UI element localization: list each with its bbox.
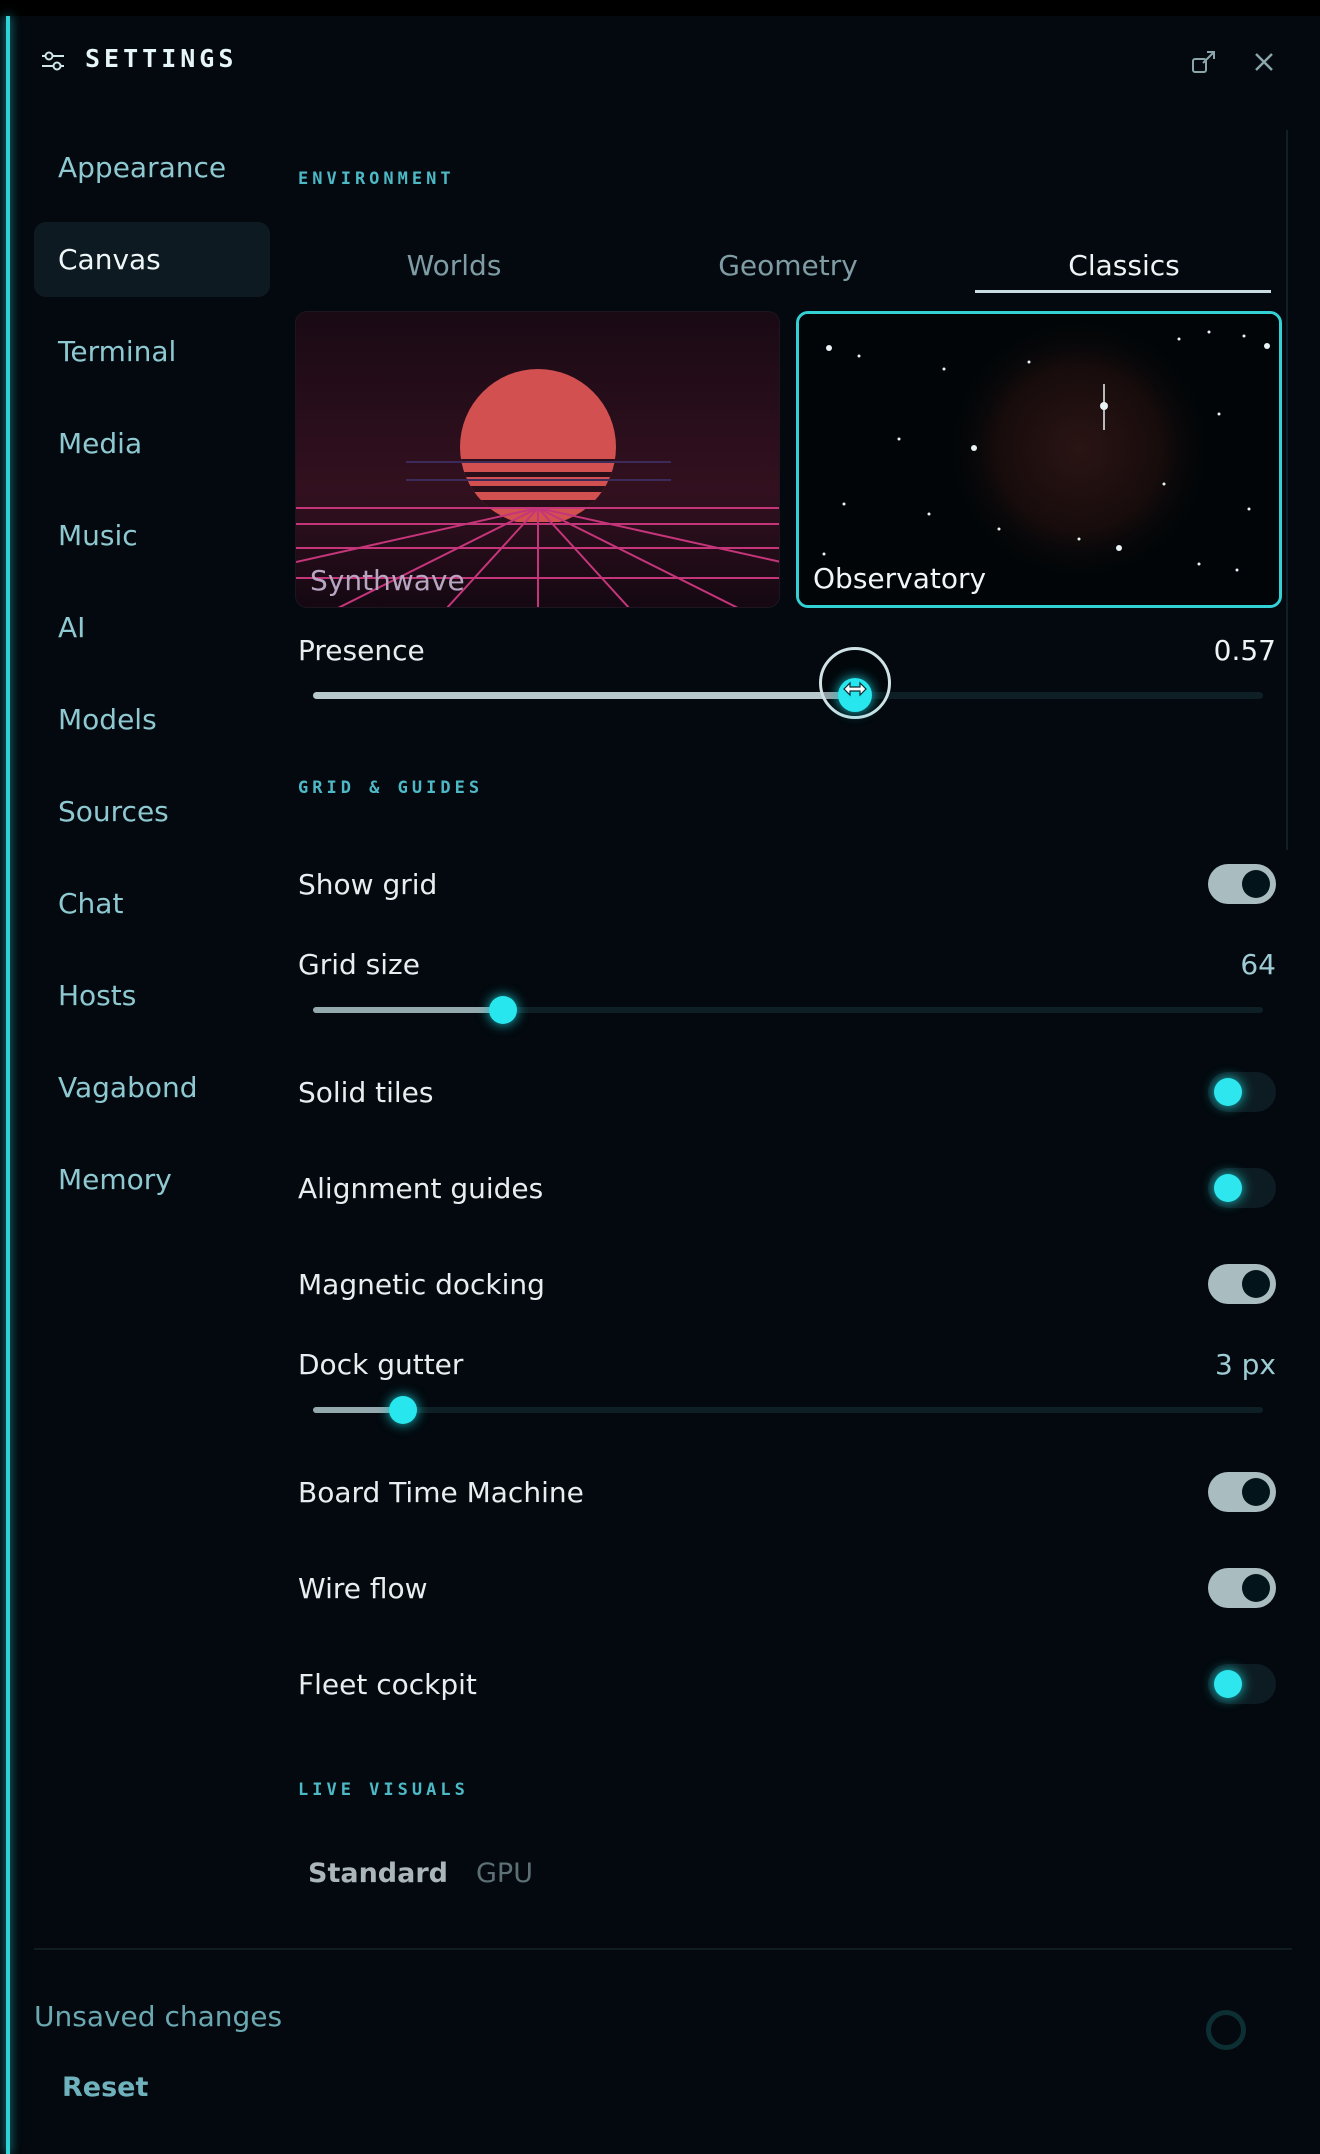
sidebar-item-terminal[interactable]: Terminal <box>34 314 270 389</box>
tab-geometry[interactable]: Geometry <box>630 236 946 294</box>
alignment-guides-label: Alignment guides <box>298 1172 544 1205</box>
solid-tiles-label: Solid tiles <box>298 1076 434 1109</box>
sidebar-item-music[interactable]: Music <box>34 498 270 573</box>
toggle-knob <box>1214 1078 1242 1106</box>
sidebar-item-memory[interactable]: Memory <box>34 1142 270 1217</box>
fleet-cockpit-toggle[interactable] <box>1208 1664 1276 1704</box>
content-scrollbar[interactable] <box>1286 130 1288 850</box>
solid-tiles-toggle[interactable] <box>1208 1072 1276 1112</box>
toggle-knob <box>1242 870 1270 898</box>
sidebar-item-chat[interactable]: Chat <box>34 866 270 941</box>
magnetic-docking-label: Magnetic docking <box>298 1268 545 1301</box>
toggle-knob <box>1242 1574 1270 1602</box>
sidebar-item-vagabond[interactable]: Vagabond <box>34 1050 270 1125</box>
window-top-strip <box>0 0 1320 16</box>
alignment-guides-toggle[interactable] <box>1208 1168 1276 1208</box>
sidebar-item-models[interactable]: Models <box>34 682 270 757</box>
panel-edge-glow <box>6 16 10 2154</box>
section-environment: ENVIRONMENT <box>298 169 455 189</box>
reset-button[interactable]: Reset <box>62 2072 148 2103</box>
tab-classics[interactable]: Classics <box>976 236 1272 294</box>
visuals-option-standard[interactable]: Standard <box>308 1858 448 1889</box>
dock-gutter-slider-track[interactable] <box>313 1407 1263 1413</box>
wire-flow-label: Wire flow <box>298 1572 428 1605</box>
loading-spinner-icon <box>1206 2010 1246 2050</box>
section-grid-guides: GRID & GUIDES <box>298 778 484 798</box>
presence-value: 0.57 <box>1213 634 1276 667</box>
tab-worlds[interactable]: Worlds <box>296 236 612 294</box>
settings-title: SETTINGS <box>85 44 238 73</box>
board-time-machine-label: Board Time Machine <box>298 1476 584 1509</box>
magnetic-docking-toggle[interactable] <box>1208 1264 1276 1304</box>
sliders-icon <box>42 51 64 71</box>
grid-size-slider-fill <box>313 1007 503 1013</box>
toggle-knob <box>1214 1670 1242 1698</box>
dock-gutter-value: 3 px <box>1214 1348 1276 1381</box>
dock-gutter-label: Dock gutter <box>298 1348 464 1381</box>
presence-label: Presence <box>298 634 425 667</box>
sidebar-item-ai[interactable]: AI <box>34 590 270 665</box>
section-live-visuals: LIVE VISUALS <box>298 1780 469 1800</box>
world-card-synthwave[interactable]: Synthwave <box>295 311 780 608</box>
show-grid-toggle[interactable] <box>1208 864 1276 904</box>
visuals-option-gpu[interactable]: GPU <box>476 1858 533 1889</box>
close-button[interactable] <box>1248 46 1280 78</box>
board-time-machine-toggle[interactable] <box>1208 1472 1276 1512</box>
card-label-observatory: Observatory <box>813 562 987 595</box>
sidebar-item-appearance[interactable]: Appearance <box>34 130 270 205</box>
world-card-observatory[interactable]: Observatory <box>796 311 1282 608</box>
grid-size-label: Grid size <box>298 948 420 981</box>
fleet-cockpit-label: Fleet cockpit <box>298 1668 477 1701</box>
expand-button[interactable] <box>1188 46 1220 78</box>
expand-icon <box>1192 51 1215 73</box>
sidebar-item-hosts[interactable]: Hosts <box>34 958 270 1033</box>
wire-flow-toggle[interactable] <box>1208 1568 1276 1608</box>
grid-size-slider-thumb[interactable] <box>489 996 517 1024</box>
toggle-knob <box>1242 1270 1270 1298</box>
close-icon <box>1255 53 1273 71</box>
grid-size-value: 64 <box>1240 948 1276 981</box>
unsaved-changes-status: Unsaved changes <box>34 2000 283 2033</box>
sidebar-item-canvas[interactable]: Canvas <box>34 222 270 297</box>
toggle-knob <box>1242 1478 1270 1506</box>
sidebar-item-media[interactable]: Media <box>34 406 270 481</box>
card-label-synthwave: Synthwave <box>310 564 465 597</box>
toggle-knob <box>1214 1174 1242 1202</box>
environment-tabs: Worlds Geometry Classics <box>296 236 1271 296</box>
sidebar-item-sources[interactable]: Sources <box>34 774 270 849</box>
resize-cursor-icon <box>842 681 867 697</box>
footer-divider <box>34 1948 1292 1950</box>
active-tab-indicator <box>975 290 1271 293</box>
presence-slider-fill <box>313 692 855 699</box>
show-grid-label: Show grid <box>298 868 438 901</box>
settings-sidebar: Appearance Canvas Terminal Media Music A… <box>34 130 270 1234</box>
